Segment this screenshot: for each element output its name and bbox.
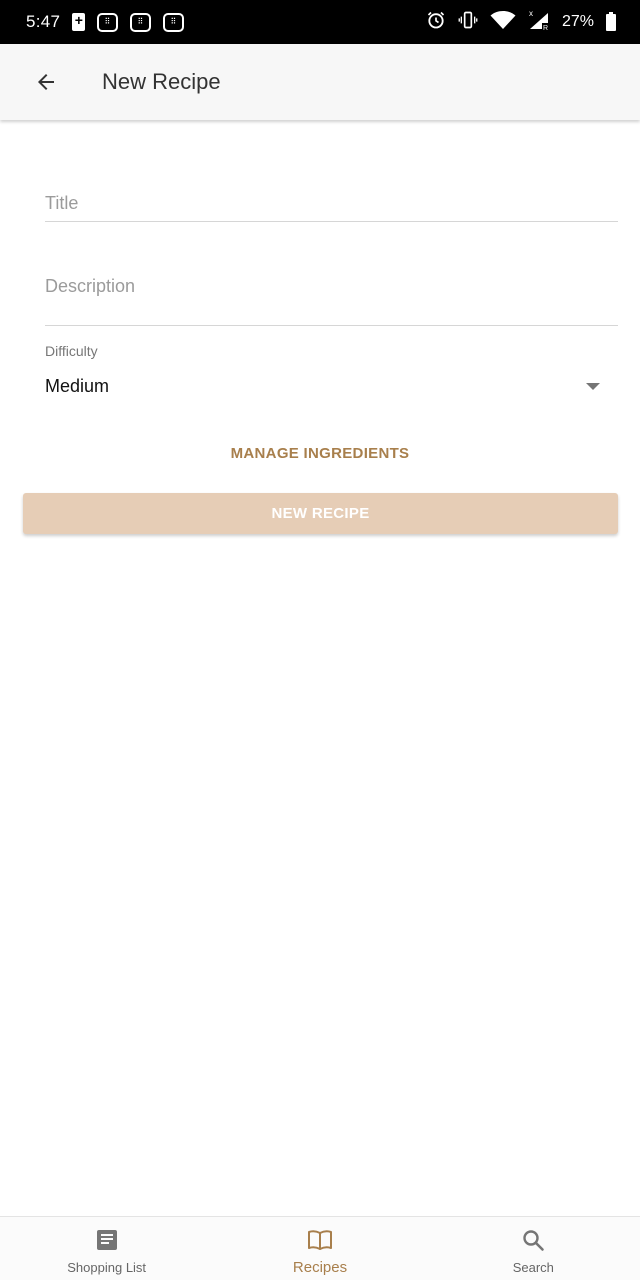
book-icon xyxy=(307,1227,333,1253)
title-field xyxy=(45,186,618,222)
notification-icon: ⠿ xyxy=(163,12,185,32)
status-left: 5:47 ⠿ ⠿ ⠿ xyxy=(26,12,185,32)
manage-ingredients-button[interactable]: MANAGE INGREDIENTS xyxy=(0,436,640,470)
svg-text:x: x xyxy=(529,9,533,18)
description-field xyxy=(45,268,618,326)
description-input[interactable] xyxy=(45,268,618,324)
back-button[interactable] xyxy=(24,60,68,104)
bottom-navigation: Shopping List Recipes Search xyxy=(0,1216,640,1280)
difficulty-label: Difficulty xyxy=(45,343,98,359)
alarm-icon xyxy=(426,10,446,35)
status-bar: 5:47 ⠿ ⠿ ⠿ xR 27% xyxy=(0,0,640,44)
nav-label: Recipes xyxy=(292,1259,348,1276)
battery-saver-icon xyxy=(72,12,86,31)
nav-item-shopping-list[interactable]: Shopping List xyxy=(0,1217,213,1280)
list-icon xyxy=(95,1227,119,1253)
vibrate-icon xyxy=(458,10,478,35)
notification-icon: ⠿ xyxy=(97,12,119,32)
notification-icon: ⠿ xyxy=(130,12,152,32)
title-input[interactable] xyxy=(45,186,618,220)
wifi-icon xyxy=(490,10,516,35)
screen: 5:47 ⠿ ⠿ ⠿ xR 27% xyxy=(0,0,640,1280)
svg-text:R: R xyxy=(543,25,548,31)
nav-item-search[interactable]: Search xyxy=(427,1217,640,1280)
nav-item-recipes[interactable]: Recipes xyxy=(213,1217,426,1280)
difficulty-select[interactable]: Medium xyxy=(45,368,618,404)
cell-signal-icon: xR xyxy=(528,9,550,36)
app-bar: New Recipe xyxy=(0,44,640,120)
arrow-back-icon xyxy=(38,74,54,90)
difficulty-value: Medium xyxy=(45,375,110,396)
dropdown-arrow-icon xyxy=(586,382,600,390)
status-right: xR 27% xyxy=(426,9,616,36)
nav-label: Search xyxy=(512,1260,554,1275)
page-title: New Recipe xyxy=(102,69,221,94)
battery-icon xyxy=(606,11,616,31)
nav-label: Shopping List xyxy=(67,1260,147,1275)
status-time: 5:47 xyxy=(26,12,61,31)
battery-percent: 27% xyxy=(561,13,594,30)
search-icon xyxy=(521,1227,545,1253)
new-recipe-button[interactable]: NEW RECIPE xyxy=(23,493,618,534)
